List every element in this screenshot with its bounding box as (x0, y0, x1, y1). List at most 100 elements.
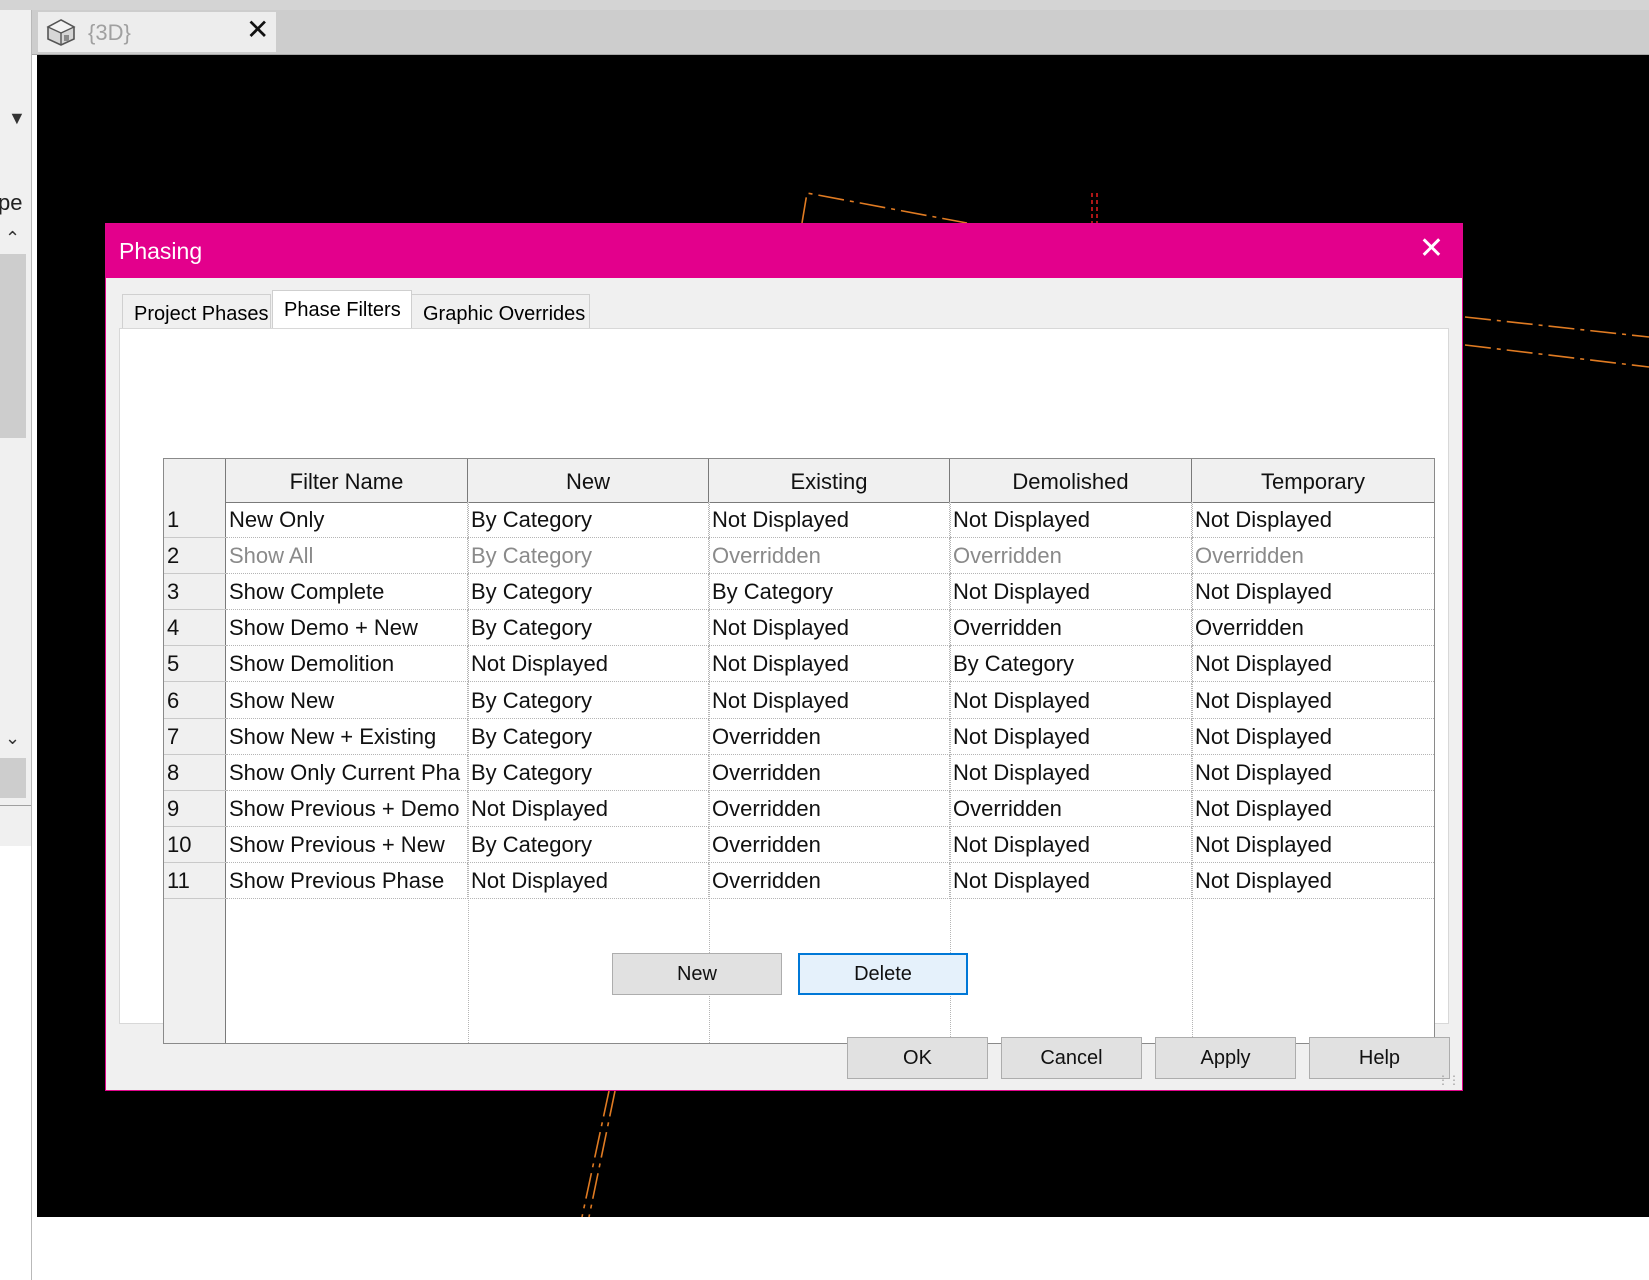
cell-existing[interactable]: Overridden (709, 826, 950, 863)
cell-demolished[interactable]: Not Displayed (950, 826, 1192, 863)
cell-new[interactable]: By Category (468, 718, 709, 755)
row-number[interactable]: 3 (164, 574, 226, 611)
row-number[interactable]: 1 (164, 502, 226, 538)
delete-filter-button[interactable]: Delete (798, 953, 968, 995)
column-header-temporary[interactable]: Temporary (1192, 459, 1434, 502)
cell-existing[interactable]: Not Displayed (709, 610, 950, 647)
resize-grip-icon[interactable]: ⋮⋮ (1437, 1073, 1460, 1087)
cell-demolished[interactable]: Not Displayed (950, 754, 1192, 791)
column-header-demolished[interactable]: Demolished (950, 459, 1192, 502)
row-number[interactable]: 11 (164, 863, 226, 899)
triangle-down-icon[interactable]: ▼ (8, 108, 26, 129)
cell-existing[interactable]: Overridden (709, 863, 950, 899)
cell-demolished[interactable]: Overridden (950, 790, 1192, 827)
table-row[interactable]: 10 Show Previous + New By Category Overridd… (164, 826, 1434, 863)
cell-new[interactable]: By Category (468, 682, 709, 719)
cell-temporary[interactable]: Not Displayed (1192, 755, 1434, 791)
cell-existing[interactable]: Not Displayed (709, 682, 950, 719)
cell-new[interactable]: Not Displayed (468, 863, 709, 899)
view-tab-3d[interactable]: {3D} ✕ (38, 12, 276, 52)
cell-filter-name[interactable]: Show New + Existing (226, 718, 468, 755)
cell-filter-name[interactable]: New Only (226, 502, 468, 538)
cell-filter-name[interactable]: Show Complete (226, 574, 468, 611)
table-row[interactable]: 11 Show Previous Phase Not Displayed Overri… (164, 863, 1434, 899)
cell-temporary[interactable]: Overridden (1192, 538, 1434, 575)
cell-demolished[interactable]: Overridden (950, 538, 1192, 575)
cancel-button[interactable]: Cancel (1001, 1037, 1142, 1079)
column-header-filter-name[interactable]: Filter Name (226, 459, 468, 502)
left-scrollbar-thumb[interactable] (0, 254, 26, 438)
cell-temporary[interactable]: Not Displayed (1192, 502, 1434, 538)
table-row[interactable]: 8 Show Only Current Pha By Category Overrid… (164, 754, 1434, 791)
cell-demolished[interactable]: Not Displayed (950, 718, 1192, 755)
cell-temporary[interactable]: Not Displayed (1192, 719, 1434, 755)
tab-graphic-overrides[interactable]: Graphic Overrides (411, 294, 590, 328)
cell-new[interactable]: Not Displayed (468, 646, 709, 683)
table-row[interactable]: 9 Show Previous + Demo Not Displayed Overri… (164, 790, 1434, 827)
column-header-new[interactable]: New (468, 459, 709, 502)
cell-new[interactable]: By Category (468, 538, 709, 575)
cell-demolished[interactable]: Not Displayed (950, 502, 1192, 538)
cell-demolished[interactable]: Overridden (950, 610, 1192, 647)
row-number[interactable]: 5 (164, 646, 226, 683)
cell-demolished[interactable]: Not Displayed (950, 863, 1192, 899)
close-icon[interactable]: ✕ (1419, 233, 1444, 265)
cell-existing[interactable]: Not Displayed (709, 502, 950, 538)
cell-temporary[interactable]: Not Displayed (1192, 863, 1434, 899)
cell-temporary[interactable]: Not Displayed (1192, 791, 1434, 827)
row-number[interactable]: 6 (164, 683, 226, 719)
cell-temporary[interactable]: Not Displayed (1192, 827, 1434, 863)
table-row[interactable]: 1 New Only By Category Not Displayed Not Dis… (164, 502, 1434, 538)
cell-temporary[interactable]: Not Displayed (1192, 574, 1434, 611)
row-number[interactable]: 9 (164, 791, 226, 827)
table-row[interactable]: 3 Show Complete By Category By Category Not … (164, 574, 1434, 611)
table-row[interactable]: 5 Show Demolition Not Displayed Not Display… (164, 646, 1434, 683)
cell-filter-name[interactable]: Show New (226, 682, 468, 719)
cell-new[interactable]: By Category (468, 502, 709, 538)
cell-existing[interactable]: Overridden (709, 754, 950, 791)
help-button[interactable]: Help (1309, 1037, 1450, 1079)
cell-filter-name[interactable]: Show Previous + New (226, 826, 468, 863)
row-number[interactable]: 2 (164, 538, 226, 575)
cell-temporary[interactable]: Overridden (1192, 610, 1434, 647)
column-header-existing[interactable]: Existing (709, 459, 950, 502)
row-number[interactable]: 10 (164, 827, 226, 863)
cell-existing[interactable]: Not Displayed (709, 646, 950, 683)
ok-button[interactable]: OK (847, 1037, 988, 1079)
cell-demolished[interactable]: By Category (950, 646, 1192, 683)
cell-new[interactable]: By Category (468, 826, 709, 863)
dialog-titlebar[interactable]: Phasing ✕ (106, 224, 1462, 278)
cell-filter-name[interactable]: Show Only Current Pha (226, 754, 468, 791)
cell-existing[interactable]: Overridden (709, 538, 950, 575)
row-number[interactable]: 7 (164, 719, 226, 755)
cell-filter-name[interactable]: Show Previous + Demo (226, 790, 468, 827)
row-number[interactable]: 8 (164, 755, 226, 791)
cell-filter-name[interactable]: Show Previous Phase (226, 863, 468, 899)
chevron-up-icon[interactable]: ⌃ (5, 228, 20, 249)
cell-temporary[interactable]: Not Displayed (1192, 646, 1434, 683)
cell-filter-name[interactable]: Show Demolition (226, 646, 468, 683)
cell-new[interactable]: Not Displayed (468, 790, 709, 827)
cell-existing[interactable]: By Category (709, 574, 950, 611)
row-number[interactable]: 4 (164, 610, 226, 647)
table-row[interactable]: 4 Show Demo + New By Category Not Displayed… (164, 610, 1434, 647)
apply-button[interactable]: Apply (1155, 1037, 1296, 1079)
tab-phase-filters[interactable]: Phase Filters (272, 290, 412, 328)
close-icon[interactable]: ✕ (246, 15, 269, 45)
tab-project-phases[interactable]: Project Phases (122, 294, 271, 328)
table-row[interactable]: 2 Show All By Category Overridden Overridden… (164, 538, 1434, 575)
cell-temporary[interactable]: Not Displayed (1192, 683, 1434, 719)
cell-new[interactable]: By Category (468, 574, 709, 611)
cell-new[interactable]: By Category (468, 610, 709, 647)
cell-filter-name[interactable]: Show Demo + New (226, 610, 468, 647)
cell-new[interactable]: By Category (468, 754, 709, 791)
table-row[interactable]: 6 Show New By Category Not Displayed Not Dis… (164, 682, 1434, 719)
table-row[interactable]: 7 Show New + Existing By Category Overridde… (164, 718, 1434, 755)
new-filter-button[interactable]: New (612, 953, 782, 995)
cell-existing[interactable]: Overridden (709, 790, 950, 827)
cell-demolished[interactable]: Not Displayed (950, 682, 1192, 719)
cell-demolished[interactable]: Not Displayed (950, 574, 1192, 611)
cell-filter-name[interactable]: Show All (226, 538, 468, 575)
cell-existing[interactable]: Overridden (709, 718, 950, 755)
chevron-down-icon[interactable]: ⌄ (5, 728, 20, 749)
